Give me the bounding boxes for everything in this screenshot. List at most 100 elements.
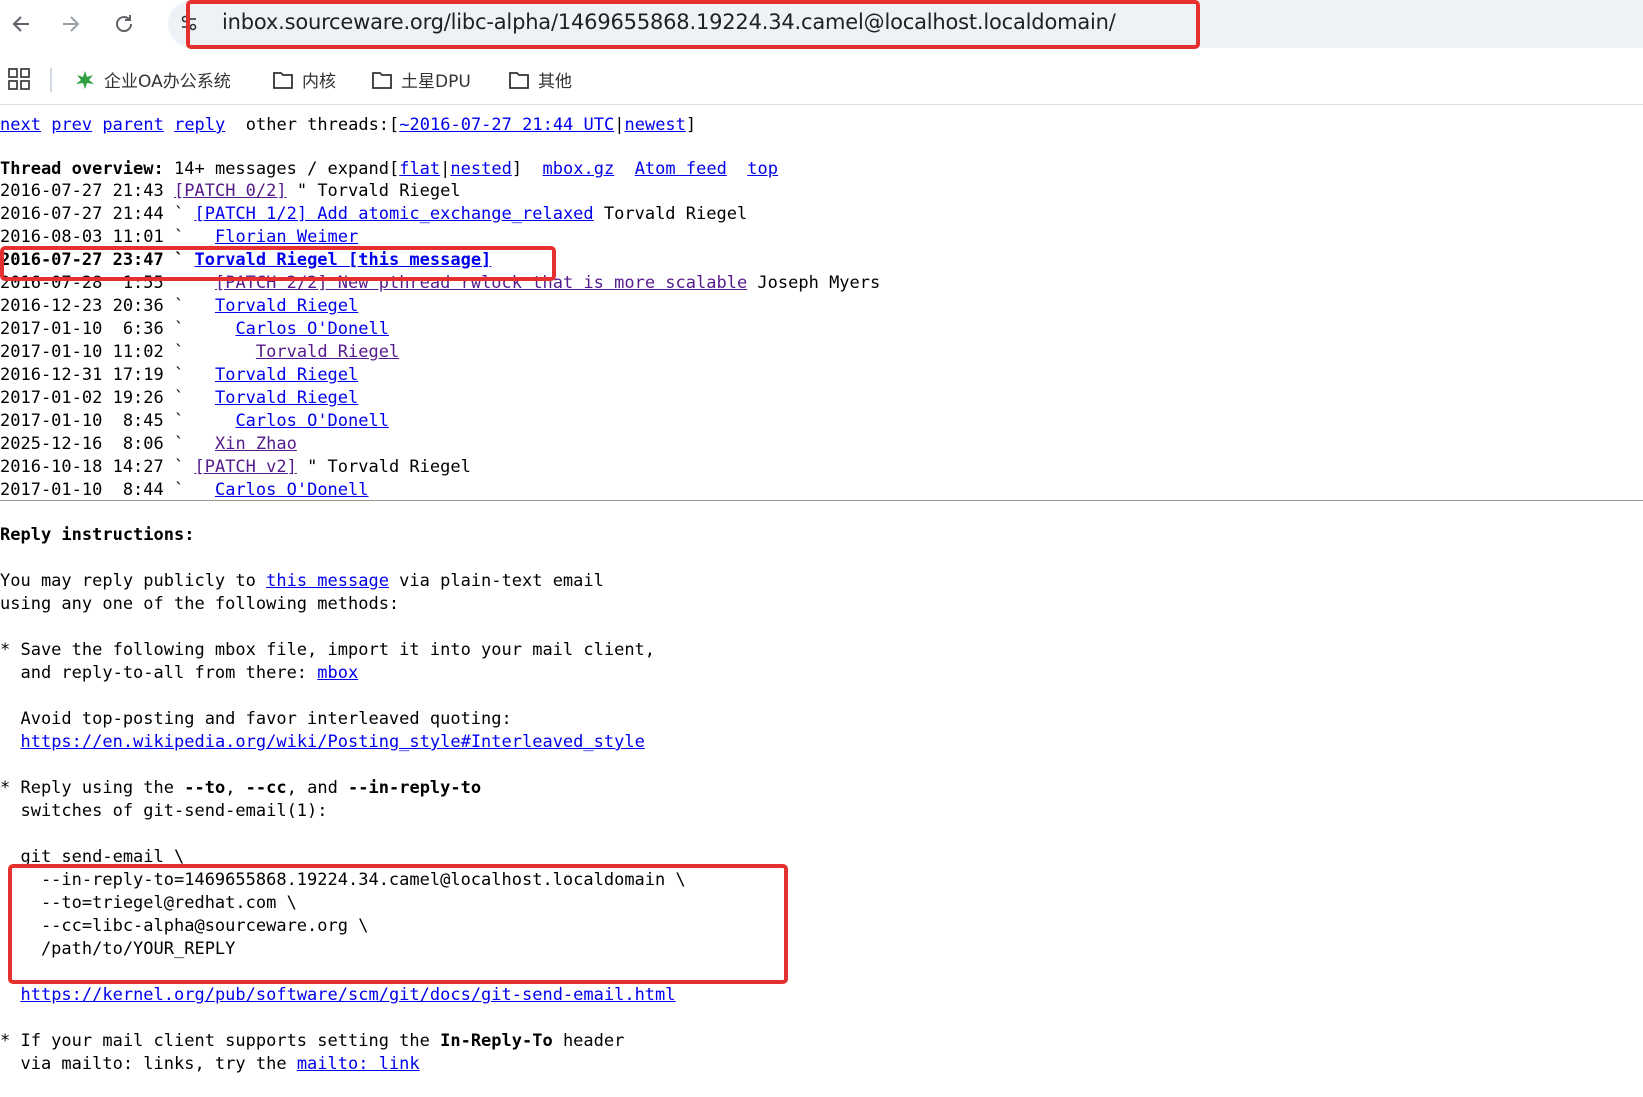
thread-message-link[interactable]: Xin Zhao (215, 434, 297, 454)
thread-summary: 14+ messages / expand (174, 159, 389, 179)
thread-message-link[interactable]: [PATCH 0/2] (174, 181, 287, 201)
thread-marker: ` (163, 342, 195, 362)
cc-switch: --cc (245, 778, 287, 798)
thread-marker: ` (163, 411, 195, 431)
thread-date: 2017-01-10 6:36 (0, 319, 164, 339)
thread-indent (194, 319, 235, 339)
bookmarks-bar: 企业OA办公系统 内核 土星DPU 其他 (0, 56, 1643, 105)
thread-message-link[interactable]: Torvald Riegel (215, 296, 358, 316)
in-reply-to-switch: --in-reply-to (348, 778, 482, 798)
thread-message-link[interactable]: Florian Weimer (215, 227, 358, 247)
thread-row: 2017-01-02 19:26 ` Torvald Riegel (0, 387, 880, 410)
thread-date: 2016-08-03 11:01 (0, 227, 164, 247)
site-info-icon[interactable] (180, 14, 198, 32)
thread-marker: ` (163, 480, 195, 500)
git-send-email-doc-link[interactable]: https://kernel.org/pub/software/scm/git/… (20, 985, 675, 1005)
thread-marker: ` (163, 250, 195, 270)
browser-toolbar: inbox.sourceware.org/libc-alpha/14696558… (0, 0, 1643, 52)
thread-row: 2017-01-10 8:44 ` Carlos O'Donell (0, 479, 880, 502)
url-text[interactable]: inbox.sourceware.org/libc-alpha/14696558… (222, 10, 1116, 34)
thread-indent (194, 480, 214, 500)
thread-message-link[interactable]: Torvald Riegel (215, 365, 358, 385)
thread-overview-heading: Thread overview: (0, 159, 164, 179)
thread-indent (194, 342, 255, 362)
thread-message-link[interactable]: [PATCH 2/2] New pthread rwlock that is m… (215, 273, 747, 293)
reply-text: header (552, 1031, 625, 1051)
thread-indent (194, 434, 214, 454)
thread-date: 2016-10-18 14:27 (0, 457, 164, 477)
thread-row: 2017-01-10 8:45 ` Carlos O'Donell (0, 410, 880, 433)
bookmark-label: 其他 (538, 72, 572, 92)
reply-text: switches of git-send-email(1): (0, 801, 328, 821)
apps-button[interactable] (8, 68, 30, 90)
to-switch: --to (184, 778, 226, 798)
thread-date: 2016-12-23 20:36 (0, 296, 164, 316)
thread-row: 2016-12-23 20:36 ` Torvald Riegel (0, 295, 880, 318)
top-link[interactable]: top (747, 159, 778, 179)
git-command-line: /path/to/YOUR_REPLY (0, 939, 236, 959)
thread-indent (194, 227, 214, 247)
bookmark-folder-kernel[interactable]: 内核 (272, 67, 336, 92)
reply-heading: Reply instructions: (0, 525, 195, 545)
next-link[interactable]: next (0, 115, 41, 135)
bookmark-oa[interactable]: 企业OA办公系统 (74, 67, 231, 92)
thread-date: 2017-01-02 19:26 (0, 388, 164, 408)
mbox-link[interactable]: mbox (317, 663, 358, 683)
thread-message-link[interactable]: Carlos O'Donell (235, 319, 389, 339)
thread-message-link[interactable]: [PATCH v2] (194, 457, 296, 477)
thread-indent (194, 411, 235, 431)
thread-date: 2017-01-10 8:44 (0, 480, 164, 500)
git-command-line: --to=triegel@redhat.com \ (0, 893, 297, 913)
thread-marker: ` (163, 457, 195, 477)
address-bar[interactable]: inbox.sourceware.org/libc-alpha/14696558… (168, 0, 1643, 48)
bookmark-label: 企业OA办公系统 (104, 72, 231, 92)
apps-grid-icon (8, 68, 30, 90)
reply-text: * If your mail client supports setting t… (0, 1031, 441, 1051)
wiki-link[interactable]: https://en.wikipedia.org/wiki/Posting_st… (20, 732, 644, 752)
thread-row: 2016-08-03 11:01 ` Florian Weimer (0, 226, 880, 249)
thread-date: 2017-01-10 11:02 (0, 342, 164, 362)
bookmark-folder-dpu[interactable]: 土星DPU (371, 67, 471, 92)
leaf-icon (76, 70, 94, 89)
thread-marker: ` (163, 204, 195, 224)
thread-message-link[interactable]: Torvald Riegel (215, 388, 358, 408)
thread-row: 2016-07-27 21:43 [PATCH 0/2] " Torvald R… (0, 180, 880, 203)
forward-button[interactable] (53, 6, 89, 42)
reply-text: * Reply using the (0, 778, 185, 798)
mailto-link[interactable]: mailto: link (297, 1054, 420, 1074)
thread-date: 2016-07-27 23:47 (0, 250, 164, 270)
thread-message-link[interactable]: Torvald Riegel (256, 342, 399, 362)
reply-text: and reply-to-all from there: (0, 663, 318, 683)
thread-indent (194, 365, 214, 385)
atom-feed-link[interactable]: Atom feed (635, 159, 727, 179)
thread-message-link[interactable]: Torvald Riegel [this message] (194, 250, 491, 270)
reply-text: using any one of the following methods: (0, 594, 400, 614)
this-message-link[interactable]: this message (266, 571, 389, 591)
reply-text: Avoid top-posting and favor interleaved … (0, 709, 512, 729)
mbox-gz-link[interactable]: mbox.gz (543, 159, 615, 179)
nested-link[interactable]: nested (450, 159, 511, 179)
arrow-left-icon (12, 16, 29, 32)
bookmark-folder-other[interactable]: 其他 (508, 67, 572, 92)
back-button[interactable] (3, 6, 39, 42)
newest-link[interactable]: newest (624, 115, 685, 135)
top-nav: next prev parent reply other threads:[~2… (0, 115, 697, 135)
thread-row: 2017-01-10 11:02 ` Torvald Riegel (0, 341, 880, 364)
thread-date: 2016-07-27 21:43 (0, 181, 164, 201)
parent-link[interactable]: parent (102, 115, 163, 135)
flat-link[interactable]: flat (399, 159, 440, 179)
reply-link[interactable]: reply (174, 115, 225, 135)
reply-text: via plain-text email (388, 571, 604, 591)
thread-row: 2016-10-18 14:27 ` [PATCH v2] " Torvald … (0, 456, 880, 479)
thread-overview-header: Thread overview: 14+ messages / expand[f… (0, 159, 779, 179)
prev-thread-link[interactable]: ~2016-07-27 21:44 UTC (399, 115, 614, 135)
thread-marker: ` (163, 319, 195, 339)
reply-instructions: Reply instructions: You may reply public… (0, 524, 686, 1076)
thread-message-link[interactable]: [PATCH 1/2] Add atomic_exchange_relaxed (194, 204, 593, 224)
prev-link[interactable]: prev (51, 115, 92, 135)
reload-button[interactable] (106, 6, 142, 42)
thread-date: 2025-12-16 8:06 (0, 434, 164, 454)
thread-message-link[interactable]: Carlos O'Donell (235, 411, 389, 431)
thread-message-link[interactable]: Carlos O'Donell (215, 480, 369, 500)
divider (0, 500, 1643, 501)
